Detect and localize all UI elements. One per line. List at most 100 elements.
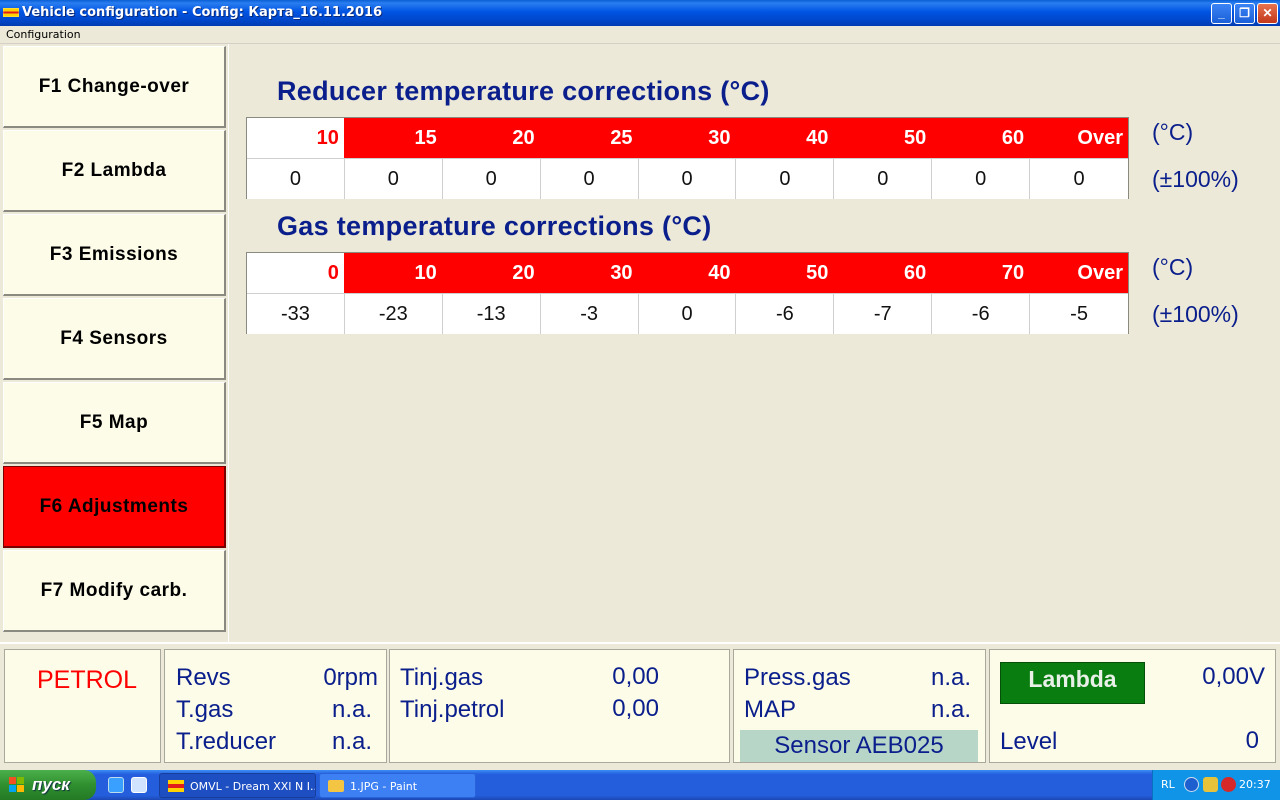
sidebar-item-lambda[interactable]: F2 Lambda (3, 130, 226, 212)
menu-bar: Configuration (0, 26, 1280, 44)
close-icon: ✕ (1262, 6, 1273, 20)
map-label: MAP (744, 696, 797, 723)
security-shield-icon[interactable] (1203, 777, 1218, 792)
tinj-petrol-label: Tinj.petrol (400, 696, 505, 723)
gas-table: 0 10 20 30 40 50 60 70 Over -33 -23 -13 … (246, 252, 1129, 334)
lambda-panel: Lambda 0,00V Level 0 (989, 649, 1276, 763)
sidebar-item-adjustments[interactable]: F6 Adjustments (3, 466, 226, 548)
system-tray: RL 20:37 (1152, 770, 1280, 800)
tgas-label: T.gas (176, 696, 234, 723)
sidebar-item-emissions[interactable]: F3 Emissions (3, 214, 226, 296)
tray-arrow-icon[interactable] (1184, 777, 1199, 792)
gas-header-cell[interactable]: Over (1030, 253, 1129, 293)
sidebar: F1 Change-over F2 Lambda F3 Emissions F4… (0, 44, 228, 642)
pressure-panel: Press.gas n.a. MAP n.a. Sensor AEB025 (733, 649, 986, 763)
sidebar-item-sensors[interactable]: F4 Sensors (3, 298, 226, 380)
reducer-value-cell[interactable]: 0 (247, 159, 345, 199)
menu-configuration[interactable]: Configuration (6, 28, 81, 41)
gas-value-cell[interactable]: -7 (834, 294, 933, 334)
omvl-app-icon (168, 780, 184, 792)
reducer-header-row: 10 15 20 25 30 40 50 60 Over (247, 118, 1129, 158)
press-gas-label: Press.gas (744, 664, 851, 691)
reducer-value-cell[interactable]: 0 (932, 159, 1031, 199)
taskbar: пуск OMVL - Dream XXI N I... 1.JPG - Pai… (0, 770, 1280, 800)
sidebar-item-modify-carb[interactable]: F7 Modify carb. (3, 550, 226, 632)
internet-explorer-icon[interactable] (108, 777, 124, 793)
antivirus-icon[interactable] (1221, 777, 1236, 792)
reducer-value-cell[interactable]: 0 (1030, 159, 1129, 199)
lambda-indicator: Lambda (1000, 662, 1145, 704)
gas-unit-temp: (°C) (1152, 254, 1194, 280)
app-window: Vehicle configuration - Config: Карта_16… (0, 0, 1280, 800)
reducer-header-cell[interactable]: 10 (247, 118, 345, 158)
start-button[interactable]: пуск (0, 770, 96, 800)
reducer-unit-temp: (°C) (1152, 119, 1194, 145)
reducer-value-cell[interactable]: 0 (442, 159, 541, 199)
gas-header-cell[interactable]: 30 (540, 253, 639, 293)
gas-value-cell[interactable]: -23 (344, 294, 443, 334)
sidebar-item-change-over[interactable]: F1 Change-over (3, 46, 226, 128)
gas-value-cell[interactable]: 0 (638, 294, 737, 334)
treducer-label: T.reducer (176, 728, 277, 755)
tgas-value: n.a. (331, 696, 372, 723)
gas-header-cell[interactable]: 10 (344, 253, 443, 293)
gas-header-cell[interactable]: 0 (247, 253, 345, 293)
tinj-gas-label: Tinj.gas (400, 664, 484, 691)
reducer-header-cell[interactable]: 60 (932, 118, 1031, 158)
task-omvl-label: OMVL - Dream XXI N I... (190, 780, 316, 793)
engine-panel: Revs 0rpm T.gas n.a. T.reducer n.a. (164, 649, 387, 763)
reducer-header-cell[interactable]: 20 (442, 118, 541, 158)
paint-app-icon (328, 780, 344, 792)
title-bar: Vehicle configuration - Config: Карта_16… (0, 0, 1280, 26)
revs-value: 0rpm (323, 664, 378, 691)
language-indicator[interactable]: RL (1161, 778, 1175, 791)
restore-button[interactable]: ❐ (1234, 3, 1255, 24)
reducer-header-cell[interactable]: 25 (540, 118, 639, 158)
level-value: 0 (1245, 727, 1259, 754)
reducer-header-cell[interactable]: 15 (344, 118, 443, 158)
gas-value-row: -33 -23 -13 -3 0 -6 -7 -6 -5 (247, 293, 1129, 334)
reducer-header-cell[interactable]: 40 (736, 118, 835, 158)
reducer-value-cell[interactable]: 0 (736, 159, 835, 199)
gas-header-cell[interactable]: 50 (736, 253, 835, 293)
gas-header-row: 0 10 20 30 40 50 60 70 Over (247, 253, 1129, 293)
gas-unit-percent: (±100%) (1152, 301, 1239, 327)
task-paint-label: 1.JPG - Paint (350, 780, 418, 793)
gas-value-cell[interactable]: -6 (932, 294, 1031, 334)
gas-header-cell[interactable]: 40 (638, 253, 737, 293)
reducer-header-cell[interactable]: Over (1030, 118, 1129, 158)
main-panel: Reducer temperature corrections (°C) 10 … (228, 44, 1280, 642)
gas-value-cell[interactable]: -13 (442, 294, 541, 334)
level-label: Level (1000, 728, 1058, 755)
start-label: пуск (32, 775, 70, 794)
window-title: Vehicle configuration - Config: Карта_16… (22, 5, 383, 20)
reducer-header-cell[interactable]: 30 (638, 118, 737, 158)
reducer-value-cell[interactable]: 0 (344, 159, 443, 199)
windows-logo-icon (9, 777, 25, 793)
clock: 20:37 (1239, 778, 1271, 791)
reducer-header-cell[interactable]: 50 (834, 118, 933, 158)
gas-value-cell[interactable]: -6 (736, 294, 835, 334)
revs-label: Revs (176, 664, 231, 691)
injection-panel: Tinj.gas 0,00 Tinj.petrol 0,00 (389, 649, 730, 763)
press-gas-value: n.a. (930, 664, 971, 691)
show-desktop-icon[interactable] (131, 777, 147, 793)
minimize-icon: _ (1218, 6, 1225, 20)
reducer-value-cell[interactable]: 0 (834, 159, 933, 199)
minimize-button[interactable]: _ (1211, 3, 1232, 24)
mode-panel: PETROL (4, 649, 161, 763)
gas-header-cell[interactable]: 20 (442, 253, 541, 293)
reducer-table: 10 15 20 25 30 40 50 60 Over 0 0 0 0 0 0… (246, 117, 1129, 199)
gas-value-cell[interactable]: -3 (540, 294, 639, 334)
reducer-value-cell[interactable]: 0 (540, 159, 639, 199)
sidebar-item-map[interactable]: F5 Map (3, 382, 226, 464)
close-button[interactable]: ✕ (1257, 3, 1278, 24)
gas-header-cell[interactable]: 70 (932, 253, 1031, 293)
task-paint[interactable]: 1.JPG - Paint (319, 773, 476, 798)
gas-value-cell[interactable]: -33 (247, 294, 345, 334)
task-omvl[interactable]: OMVL - Dream XXI N I... (159, 773, 316, 798)
sensor-badge: Sensor AEB025 (740, 730, 978, 762)
reducer-value-cell[interactable]: 0 (638, 159, 737, 199)
gas-value-cell[interactable]: -5 (1030, 294, 1129, 334)
gas-header-cell[interactable]: 60 (834, 253, 933, 293)
